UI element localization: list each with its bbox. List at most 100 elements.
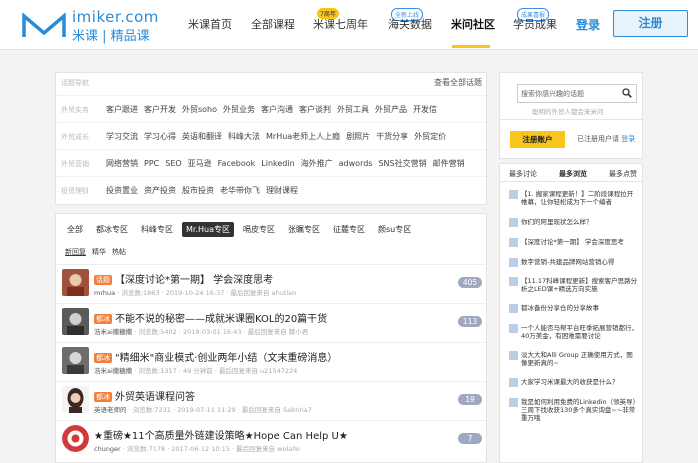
sort-featured[interactable]: 精华 [92,248,106,256]
already-registered-text: 已注册用户请 [577,135,619,143]
avatar[interactable] [62,347,89,374]
hot-list-item[interactable]: 我是如何利用免费的Linkedin（领英导）三周下找收获130多个真实询盘~~非… [509,398,639,422]
topic-link[interactable]: 英语和翻译 [182,132,222,141]
post-row[interactable]: ★重磅★11个高质量外链建设策略★Hope Can Help U★ chunge… [56,420,486,459]
topic-link[interactable]: 外贸产品 [375,105,407,114]
nav-all-courses[interactable]: 全部课程 [251,16,295,32]
nav-active-indicator [452,45,490,48]
tab-zhangzhu[interactable]: 张瞩专区 [284,222,324,237]
topic-link[interactable]: 客户谈判 [299,105,331,114]
reply-count-badge: 7 [458,433,482,444]
topic-link[interactable]: SNS社交营销 [378,159,426,168]
hot-list-item[interactable]: 淡大大和Alli Group 正确使用方式，图像更新真的~ [509,351,639,367]
avatar[interactable] [62,269,89,296]
post-title[interactable]: 【深度讨论*第一期】 学会深度思考 [115,275,273,286]
reply-count-badge: 113 [458,316,482,327]
topic-link[interactable]: 网络营销 [106,159,138,168]
topic-link[interactable]: 开发信 [413,105,437,114]
topic-link[interactable]: 外贸定价 [414,132,446,141]
topic-link[interactable]: Linkedin [261,159,294,168]
topic-link[interactable]: 海外推广 [301,159,333,168]
topic-link[interactable]: MrHua老师上人上瘾 [266,132,340,141]
post-thumb-icon [509,304,518,313]
nav-community[interactable]: 米问社区 [451,16,495,32]
view-all-topics-link[interactable]: 查看全部话题 [434,77,482,88]
topic-link[interactable]: 干货分享 [376,132,408,141]
brand-name-cn: 米课 | 精品课 [72,29,150,44]
post-author[interactable]: mrhua [94,289,115,297]
post-title[interactable]: ★重磅★11个高质量外链建设策略★Hope Can Help U★ [94,431,348,442]
search-input[interactable]: 搜索你感兴趣的话题 [521,89,584,99]
avatar-image-icon [62,386,89,413]
post-row[interactable]: 都冰 不能不说的秘密——成就米课圈KOL的20篇干货 浩米ai撒糖撒 · 浏览数:… [56,303,486,342]
topic-link[interactable]: 老华带你飞 [220,186,260,195]
topic-link[interactable]: 外贸工具 [337,105,369,114]
tab-gepi[interactable]: 嗝皮专区 [239,222,279,237]
hot-list-item[interactable]: 你们的阿里现状怎么样？ [509,218,639,227]
tab-kefeng[interactable]: 科峰专区 [137,222,177,237]
tab-yansu[interactable]: 颜su专区 [374,222,415,237]
post-author[interactable]: 浩米ai撒糖撒 [94,328,132,336]
tab-most-liked[interactable]: 最多点赞 [609,169,637,179]
register-button[interactable]: 注册 [613,10,688,37]
tab-mrhua[interactable]: Mr.Hua专区 [182,222,234,237]
avatar[interactable] [62,386,89,413]
avatar[interactable] [62,425,89,452]
post-title[interactable]: "精细米"商业模式·创业两年小结（文末重磅消息） [115,353,337,364]
hot-list-item[interactable]: 【深度讨论*第一期】 学会深度思考 [509,238,639,247]
topic-link[interactable]: 学习心得 [144,132,176,141]
topic-link[interactable]: adwords [339,159,373,168]
post-row[interactable]: 都冰 外贸英语课程问答 英语老师的 · 浏览数:7231 · 2019-07-11… [56,381,486,420]
register-account-button[interactable]: 注册账户 [510,131,565,148]
brand-logo[interactable]: imiker.com 米课 | 精品课 [22,8,162,44]
sort-hot[interactable]: 热帖 [112,248,126,256]
topic-row-label: 投资理财 [61,187,89,195]
nav-home[interactable]: 米课首页 [188,16,232,32]
tab-all[interactable]: 全部 [63,222,87,237]
post-row[interactable]: 话题 【深度讨论*第一期】 学会深度思考 mrhua · 浏览数:1863 · 2… [56,264,486,303]
sidebar-login-link[interactable]: 登录 [621,135,635,143]
avatar[interactable] [62,308,89,335]
topic-link[interactable]: 外贸soho [182,105,217,114]
nav-anniversary[interactable]: 米课七周年 [313,16,368,32]
hot-list-item[interactable]: 大家学习米课最大的收获是什么？ [509,378,639,387]
topic-link[interactable]: 理财课程 [266,186,298,195]
hot-list-item[interactable]: 一个人能否马帮平台旺季拓展营销都行，40万美金，有困难需要讨论 [509,324,639,340]
topic-link[interactable]: 邮件营销 [433,159,465,168]
topic-link[interactable]: Facebook [218,159,256,168]
topic-link[interactable]: 资产投资 [144,186,176,195]
post-author[interactable]: chunger [94,445,121,453]
tab-dubing[interactable]: 都冰专区 [92,222,132,237]
tab-zhenglu[interactable]: 征麓专区 [329,222,369,237]
topic-link[interactable]: 股市投资 [182,186,214,195]
topic-link[interactable]: 客户跟进 [106,105,138,114]
nav-student-results[interactable]: 学员成果 [513,16,557,32]
topic-link[interactable]: 剧照片 [346,132,370,141]
post-row[interactable]: 都冰 "精细米"商业模式·创业两年小结（文末重磅消息） 浩米ai撒糖撒 · 浏览数… [56,342,486,381]
tab-most-discussed[interactable]: 最多讨论 [509,169,537,179]
topic-link[interactable]: 亚马逊 [188,159,212,168]
hot-list-item[interactable]: 【1. 搬家课程更新！】二阶段课程拉开帷幕，让你轻松成为下一个编者 [509,190,639,206]
tab-most-viewed[interactable]: 最多浏览 [559,169,587,179]
nav-customs-data[interactable]: 海关数据 [388,16,432,32]
topic-link[interactable]: SEO [165,159,181,168]
login-link[interactable]: 登录 [576,16,600,33]
topic-link[interactable]: PPC [144,159,159,168]
topic-link[interactable]: 学习交流 [106,132,138,141]
sort-new-replies[interactable]: 新回复 [65,248,86,256]
topic-link[interactable]: 外贸业务 [223,105,255,114]
search-icon[interactable] [622,88,632,98]
post-thumb-icon [509,378,518,387]
hot-list-item[interactable]: 【11.17科峰课程更新】搜索客户思路分析之LED课+精选方向实施 [509,277,639,293]
topic-link[interactable]: 客户开发 [144,105,176,114]
topic-link[interactable]: 客户沟通 [261,105,293,114]
hot-list-item[interactable]: 都冰备份分享仓的分享故事 [509,304,639,313]
post-thumb-icon [509,218,518,227]
post-author[interactable]: 浩米ai撒糖撒 [94,367,132,375]
post-title[interactable]: 不能不说的秘密——成就米课圈KOL的20篇干货 [115,314,327,325]
post-title[interactable]: 外贸英语课程问答 [115,392,195,403]
topic-link[interactable]: 科峰大法 [228,132,260,141]
topic-link[interactable]: 投资置业 [106,186,138,195]
post-author[interactable]: 英语老师的 [94,406,127,414]
hot-list-item[interactable]: 数字营销-共建品牌网站营销心得 [509,258,639,267]
